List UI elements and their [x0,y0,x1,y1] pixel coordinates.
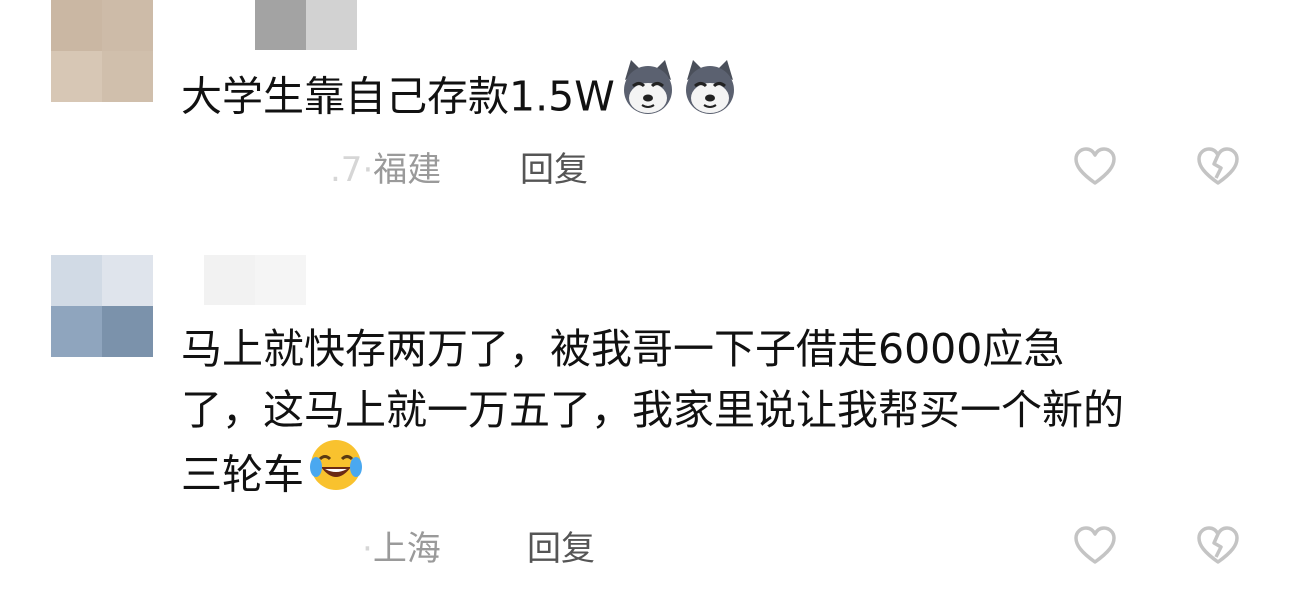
broken-heart-icon[interactable] [1196,525,1240,565]
avatar-pixel [102,51,153,102]
avatar-pixel [102,255,153,306]
reply-button[interactable]: 回复 [520,142,588,191]
username[interactable] [204,255,306,305]
comment-location: 福建 [373,150,442,190]
comment-text: 大学生靠自己存款1.5W [181,60,739,123]
husky-dog-emoji [681,58,739,133]
comment-meta: .7·福建 [330,142,441,191]
avatar-pixel [51,0,102,51]
username-pixel [306,0,357,50]
comment-item: 马上就快存两万了，被我哥一下子借走6000应急 了，这马上就一万五了，我家里说让… [0,255,1290,604]
comment-meta: ·上海 [362,521,441,570]
avatar-pixel [51,306,102,357]
comment-item: 大学生靠自己存款1.5W .7·福建 回复 [0,0,1290,215]
comment-text-line: 马上就快存两万了，被我哥一下子借走6000应急 [181,325,1065,373]
heart-outline-icon[interactable] [1073,525,1117,565]
comment-text-line: 大学生靠自己存款1.5W [181,60,739,123]
avatar[interactable] [51,255,153,357]
avatar-pixel [51,51,102,102]
avatar-pixel [102,306,153,357]
comment-time: · [362,529,373,569]
username[interactable] [255,0,357,50]
comment-text: 马上就快存两万了，被我哥一下子借走6000应急 了，这马上就一万五了，我家里说让… [181,319,1124,502]
reply-button[interactable]: 回复 [527,521,595,570]
husky-dog-emoji [619,58,677,133]
username-pixel [255,255,306,305]
avatar[interactable] [51,0,153,102]
username-pixel [204,255,255,305]
heart-outline-icon[interactable] [1073,146,1117,186]
comment-text-content: 三轮车 [181,450,304,499]
comment-time: .7· [330,150,374,190]
comment-location: 上海 [372,529,441,569]
laughing-crying-emoji [308,437,364,510]
comment-text-content: 大学生靠自己存款1.5W [181,72,615,121]
comment-text-line: 三轮车 [181,440,1124,502]
broken-heart-icon[interactable] [1196,146,1240,186]
avatar-pixel [51,255,102,306]
comment-text-line: 了，这马上就一万五了，我家里说让我帮买一个新的 [181,386,1124,434]
username-pixel [255,0,306,50]
avatar-pixel [102,0,153,51]
